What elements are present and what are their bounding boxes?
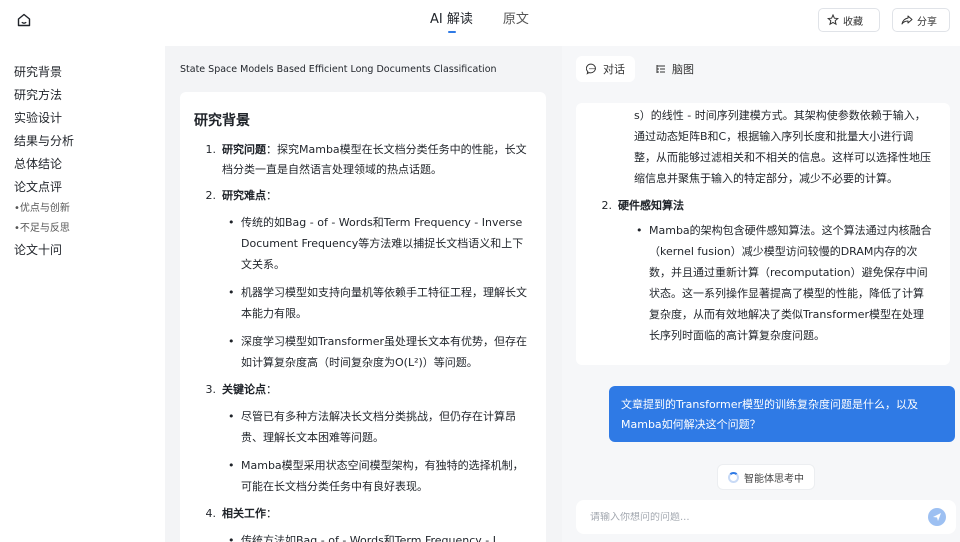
section-number: 4.	[205, 507, 217, 520]
tab-original[interactable]: 原文	[503, 8, 529, 31]
list-item: 传统的如Bag - of - Words和Term Frequency - In…	[228, 212, 532, 275]
thinking-indicator: 智能体思考中	[717, 464, 815, 490]
loading-spinner-icon	[728, 471, 739, 483]
favorite-label: 收藏	[843, 16, 863, 28]
nav-item-experiment[interactable]: 实验设计	[0, 107, 165, 130]
list-item: 尽管已有多种方法解决长文档分类挑战，但仍存在计算昂贵、理解长文本困难等问题。	[228, 406, 532, 448]
share-button[interactable]: 分享	[892, 8, 950, 32]
tab-chat[interactable]: 对话	[576, 56, 635, 82]
share-label: 分享	[917, 16, 937, 28]
list-item: Mamba模型采用状态空间模型架构，有独特的选择机制，可能在长文档分类任务中有良…	[228, 455, 532, 497]
list-item: 机器学习模型如支持向量机等依赖手工特征工程，理解长文本能力有限。	[228, 282, 532, 324]
nav-item-strengths[interactable]: •优点与创新	[0, 199, 165, 219]
nav-item-conclusion[interactable]: 总体结论	[0, 153, 165, 176]
document-pane: State Space Models Based Efficient Long …	[165, 46, 562, 542]
section-text: ：探究Mamba模型在长文档分类任务中的性能，长文档分类一直是自然语言处理领域的…	[222, 143, 527, 176]
tab-ai-interpretation[interactable]: AI 解读	[430, 8, 473, 33]
section-number: 2.	[601, 199, 613, 212]
nav-item-methods[interactable]: 研究方法	[0, 84, 165, 107]
section-number: 1.	[205, 143, 217, 156]
top-bar: AI 解读 原文 收藏 分享	[0, 0, 960, 46]
mindmap-icon	[656, 65, 665, 73]
tab-chat-label: 对话	[603, 63, 625, 76]
ai-answer-message: s）的线性 - 时间序列建模方式。其架构使参数依赖于输入，通过动态矩阵B和C，根…	[576, 103, 950, 365]
paper-title: State Space Models Based Efficient Long …	[180, 64, 497, 75]
nav-item-results[interactable]: 结果与分析	[0, 130, 165, 153]
list-item: 传统方法如Bag - of - Words和Term Frequency - I	[228, 530, 532, 542]
section-label: 关键论点	[222, 383, 266, 396]
doc-section: 4. 相关工作： 传统方法如Bag - of - Words和Term Freq…	[194, 504, 532, 542]
doc-section: 2. 研究难点： 传统的如Bag - of - Words和Term Frequ…	[194, 186, 532, 373]
chat-input[interactable]	[590, 511, 928, 523]
doc-section: 1. 研究问题：探究Mamba模型在长文档分类任务中的性能，长文档分类一直是自然…	[194, 140, 532, 180]
chat-pane: 对话 脑图 s）的线性 - 时间序列建模方式。其架构使参数依赖于输入，通过动态矩…	[562, 46, 960, 542]
share-icon	[901, 15, 913, 25]
answer-text: s）的线性 - 时间序列建模方式。其架构使参数依赖于输入，通过动态矩阵B和C，根…	[634, 109, 931, 185]
star-icon	[827, 14, 839, 26]
user-message: 文章提到的Transformer模型的训练复杂度问题是什么，以及Mamba如何解…	[609, 386, 955, 442]
section-text: ：	[266, 507, 277, 520]
view-tabs: AI 解读 原文	[430, 8, 529, 33]
section-label: 研究问题	[222, 143, 266, 156]
nav-item-background[interactable]: 研究背景	[0, 61, 165, 84]
thinking-label: 智能体思考中	[744, 473, 804, 485]
chat-input-box	[576, 500, 956, 534]
tab-mindmap[interactable]: 脑图	[645, 56, 704, 82]
send-icon	[933, 513, 941, 521]
list-item: 深度学习模型如Transformer虽处理长文本有优势，但存在如计算复杂度高（时…	[228, 331, 532, 373]
answer-section: 2. 硬件感知算法	[590, 195, 934, 216]
section-number: 3.	[205, 383, 217, 396]
section-number: 2.	[205, 189, 217, 202]
interpretation-card: 研究背景 1. 研究问题：探究Mamba模型在长文档分类任务中的性能，长文档分类…	[180, 92, 546, 542]
chat-tabs: 对话 脑图	[576, 56, 704, 82]
nav-item-weaknesses[interactable]: •不足与反思	[0, 219, 165, 239]
doc-section: 3. 关键论点： 尽管已有多种方法解决长文档分类挑战，但仍存在计算昂贵、理解长文…	[194, 380, 532, 497]
send-button[interactable]	[928, 508, 946, 526]
chat-bubble-icon	[586, 63, 596, 75]
nav-item-ten-questions[interactable]: 论文十问	[0, 239, 165, 262]
section-text: ：	[266, 383, 277, 396]
list-item: Mamba的架构包含硬件感知算法。这个算法通过内核融合（kernel fusio…	[636, 220, 934, 346]
section-text: ：	[266, 189, 277, 202]
section-heading: 研究背景	[194, 113, 250, 129]
outline-sidebar: 研究背景 研究方法 实验设计 结果与分析 总体结论 论文点评 •优点与创新 •不…	[0, 46, 165, 542]
favorite-button[interactable]: 收藏	[818, 8, 880, 32]
section-label: 研究难点	[222, 189, 266, 202]
section-label: 硬件感知算法	[618, 199, 684, 212]
section-label: 相关工作	[222, 507, 266, 520]
nav-item-review[interactable]: 论文点评	[0, 176, 165, 199]
tab-mindmap-label: 脑图	[672, 63, 694, 76]
home-icon[interactable]	[14, 10, 34, 30]
